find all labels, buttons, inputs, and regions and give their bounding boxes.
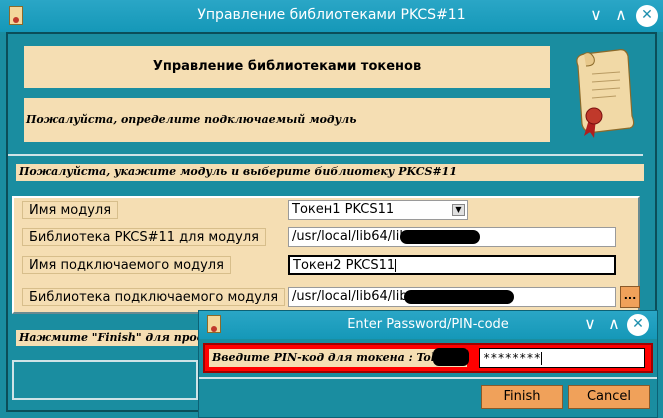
chevron-down-icon[interactable]: ▼ [452, 204, 465, 216]
pin-value: ******** [483, 351, 541, 365]
module-library-label: Библиотека PKCS#11 для модуля [22, 228, 266, 246]
header-panel: Управление библиотеками токенов [24, 46, 550, 88]
section-caption-panel: Пожалуйста, укажите модуль и выберите би… [16, 164, 644, 181]
close-button[interactable]: ✕ [636, 5, 658, 27]
subtitle-panel: Пожалуйста, определите подключаемый моду… [24, 98, 550, 142]
plugin-library-label: Библиотека подключаемого модуля [22, 288, 286, 306]
pin-entry-row: Введите PIN-код для токена : Token *****… [203, 343, 653, 373]
module-name-value: Токен1 PKCS11 [292, 202, 395, 217]
pin-input[interactable]: ******** [479, 348, 645, 368]
certificate-scroll-icon [576, 49, 635, 138]
cancel-button[interactable]: Cancel [568, 385, 650, 409]
module-library-value: /usr/local/lib64/lib [292, 229, 408, 244]
redaction-mark [404, 290, 514, 304]
plugin-name-value: Токен2 PKCS11 [293, 258, 396, 273]
header-subtitle: Пожалуйста, определите подключаемый моду… [26, 113, 357, 126]
pin-prompt: Введите PIN-код для токена : Token [209, 349, 467, 367]
dialog-close-button[interactable]: ✕ [627, 314, 649, 336]
module-name-label: Имя модуля [22, 201, 119, 219]
section-divider [8, 154, 643, 156]
button-bar [12, 360, 198, 400]
dialog-titlebar[interactable]: Enter Password/PIN-code ∨ ∧ ✕ [199, 311, 657, 339]
dialog-maximize-button[interactable]: ∧ [603, 314, 625, 336]
minimize-button[interactable]: ∨ [585, 5, 607, 27]
redaction-mark [433, 348, 469, 366]
section-caption: Пожалуйста, укажите модуль и выберите би… [19, 165, 457, 178]
finish-button[interactable]: Finish [481, 385, 563, 409]
dialog-divider [199, 377, 657, 379]
plugin-library-value: /usr/local/lib64/lib [292, 289, 408, 304]
dialog-minimize-button[interactable]: ∨ [579, 314, 601, 336]
maximize-button[interactable]: ∧ [610, 5, 632, 27]
finish-hint: Нажмите "Finish" для продол [16, 330, 216, 346]
header-title: Управление библиотеками токенов [152, 59, 422, 74]
redaction-mark [400, 230, 480, 244]
main-titlebar[interactable]: Управление библиотеками PKCS#11 ∨ ∧ ✕ [0, 0, 663, 32]
window-title: Управление библиотеками PKCS#11 [197, 7, 466, 23]
pin-dialog: Enter Password/PIN-code ∨ ∧ ✕ Введите PI… [198, 310, 658, 418]
browse-button[interactable]: ... [620, 286, 640, 308]
module-name-select[interactable]: Токен1 PKCS11 ▼ [288, 200, 468, 220]
plugin-name-input[interactable]: Токен2 PKCS11 [288, 255, 616, 275]
plugin-name-label: Имя подключаемого модуля [22, 256, 231, 274]
